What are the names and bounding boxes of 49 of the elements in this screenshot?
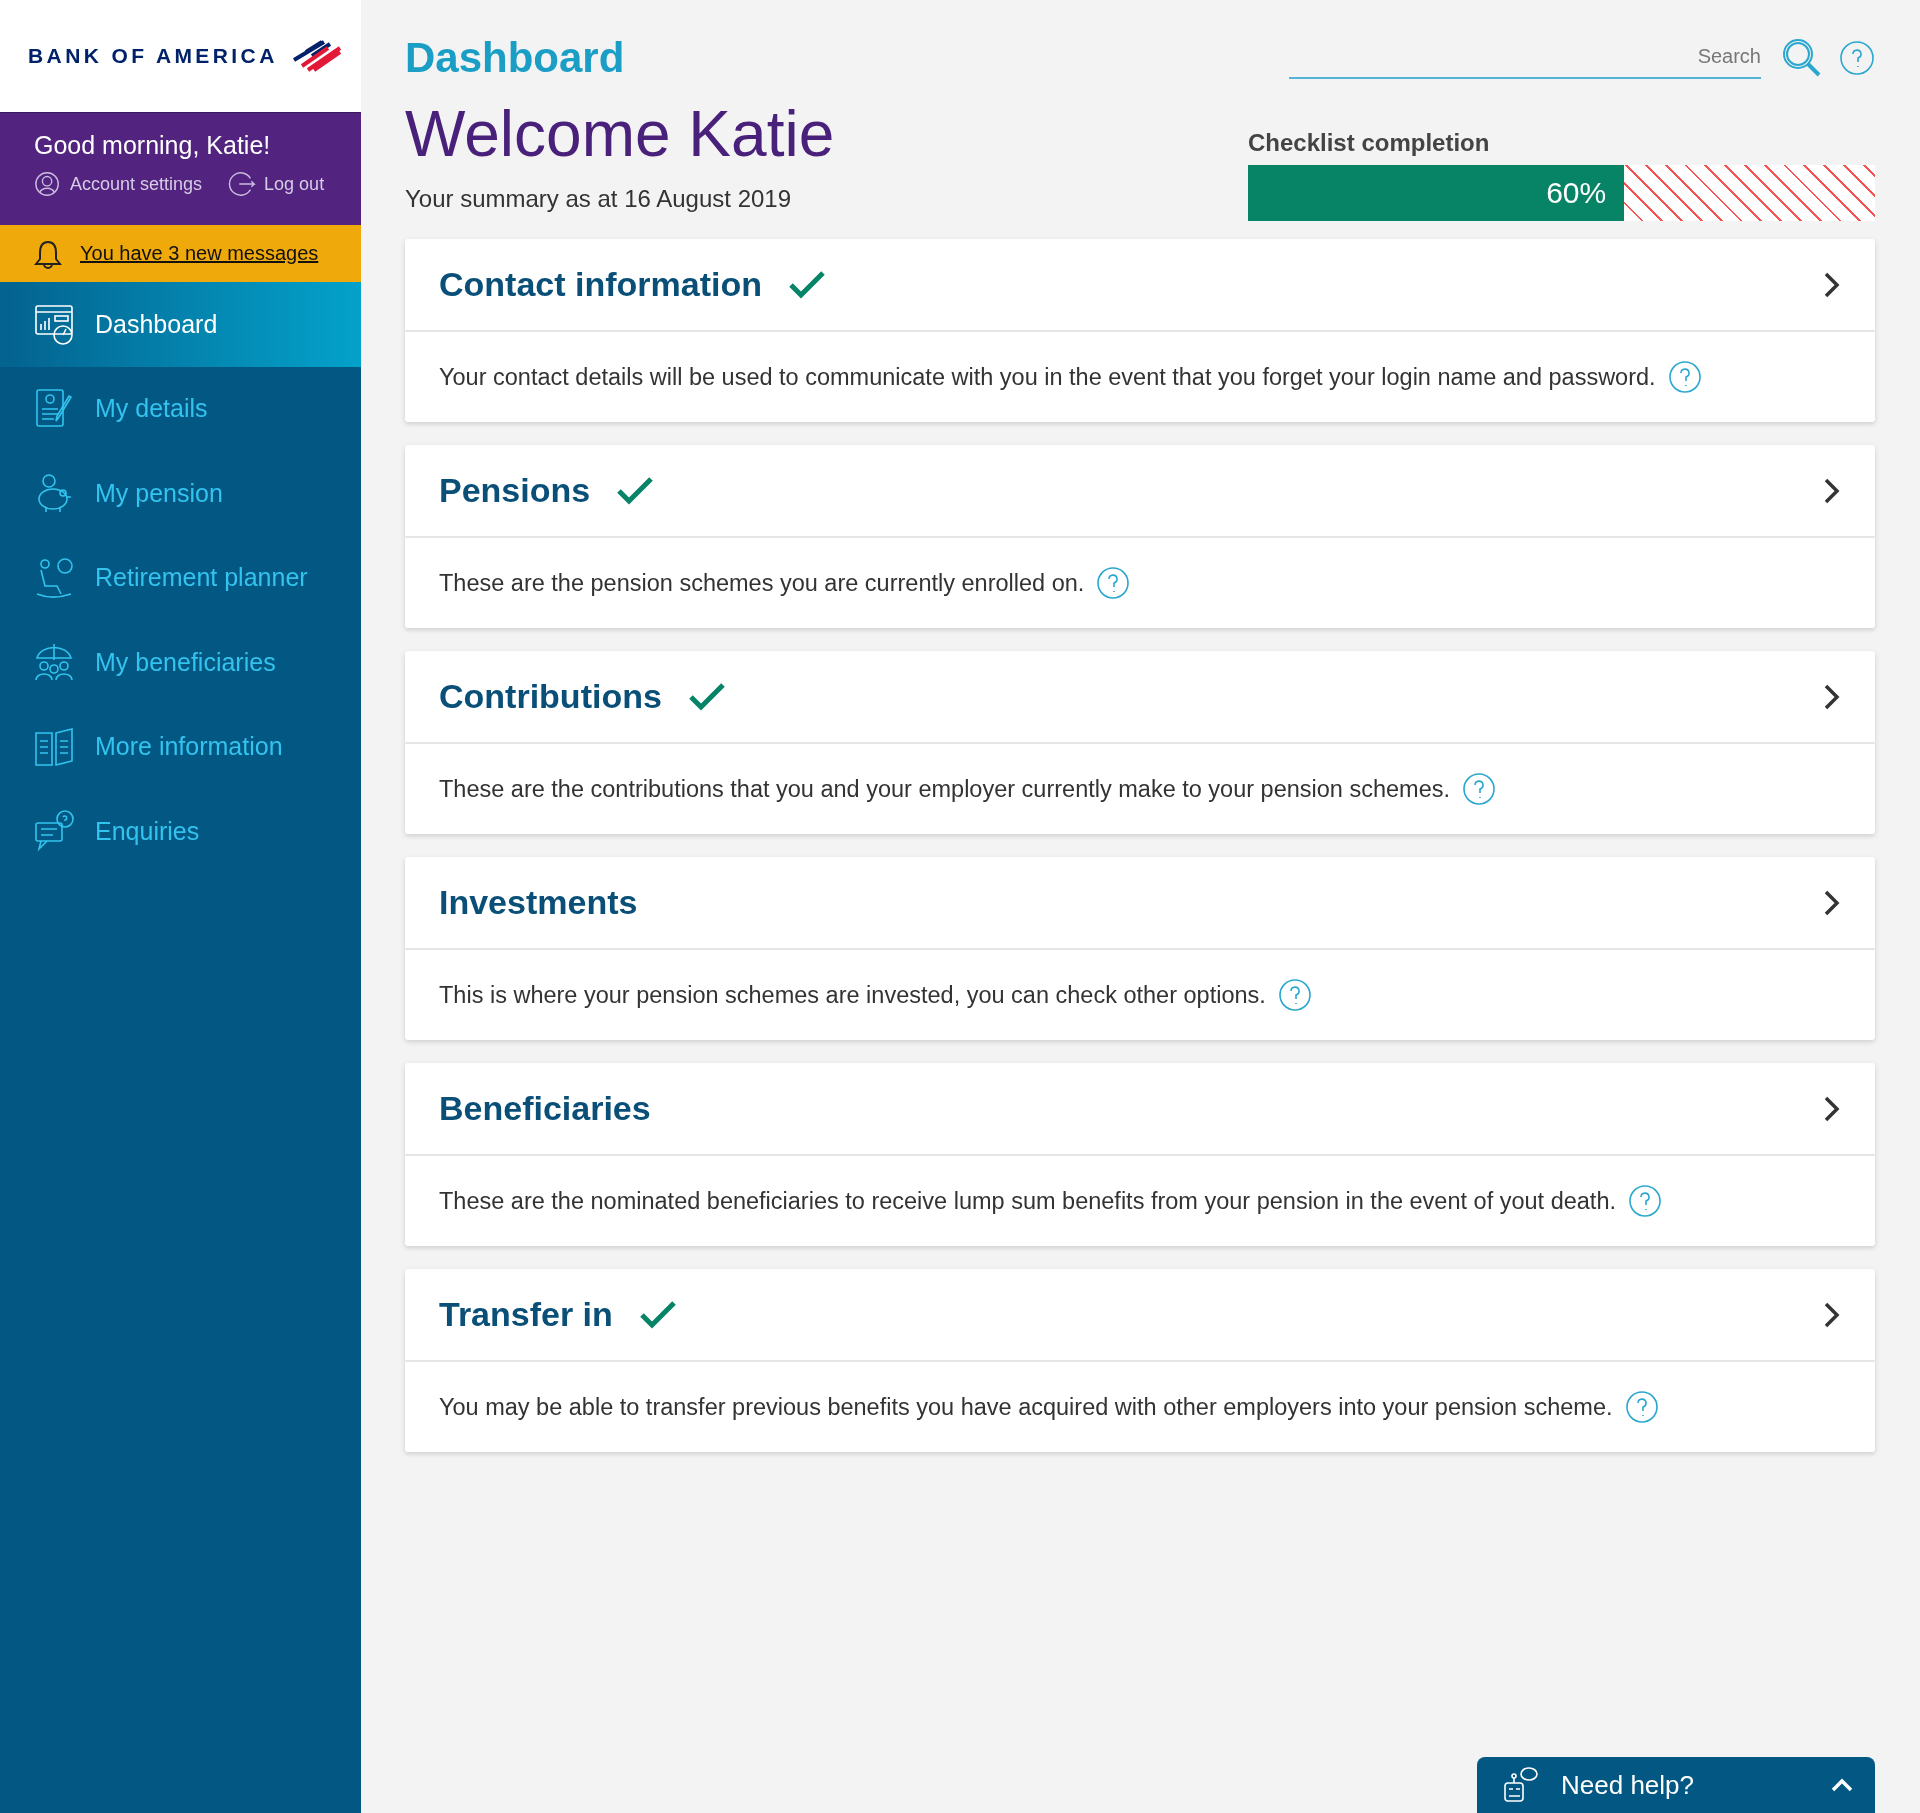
chevron-right-icon[interactable] bbox=[1823, 888, 1841, 917]
welcome-heading: Welcome Katie bbox=[405, 99, 835, 170]
section-title: Contributions bbox=[439, 677, 662, 716]
search-icon[interactable] bbox=[1781, 36, 1823, 79]
section-title: Transfer in bbox=[439, 1295, 613, 1334]
help-icon[interactable] bbox=[1462, 772, 1497, 806]
sidebar-item[interactable]: My beneficiaries bbox=[0, 620, 361, 705]
greeting-text: Good morning, Katie! bbox=[34, 131, 271, 160]
bell-icon bbox=[34, 238, 62, 269]
progress-percentage: 60% bbox=[1546, 176, 1607, 210]
chevron-right-icon[interactable] bbox=[1823, 270, 1841, 299]
chevron-up-icon bbox=[1831, 1778, 1853, 1792]
help-icon[interactable] bbox=[1839, 39, 1875, 76]
sidebar-item[interactable]: Enquiries bbox=[0, 789, 361, 874]
checklist-label: Checklist completion bbox=[1248, 129, 1491, 157]
section-description: These are the nominated beneficiaries to receive lump sum benefits from your pension in the event of yout death. bbox=[439, 1187, 1616, 1215]
section-title: Beneficiaries bbox=[439, 1089, 651, 1128]
log-out-icon bbox=[228, 170, 257, 198]
chevron-right-icon[interactable] bbox=[1823, 1300, 1841, 1329]
sidebar-item[interactable]: My pension bbox=[0, 451, 361, 536]
help-icon[interactable] bbox=[1667, 360, 1702, 394]
section-description: You may be able to transfer previous benefits you have acquired with other employers into your pension scheme. bbox=[439, 1393, 1613, 1421]
log-out-link[interactable]: Log out bbox=[228, 170, 325, 198]
section-title: Investments bbox=[439, 883, 638, 922]
help-icon[interactable] bbox=[1624, 1390, 1659, 1424]
help-icon[interactable] bbox=[1096, 566, 1131, 600]
chevron-right-icon[interactable] bbox=[1823, 476, 1841, 505]
chat-question-icon bbox=[33, 809, 77, 854]
sidebar-item[interactable]: Dashboard bbox=[0, 282, 361, 367]
account-settings-link[interactable]: Account settings bbox=[34, 170, 203, 198]
chevron-right-icon[interactable] bbox=[1823, 682, 1841, 711]
section-title: Pensions bbox=[439, 471, 591, 510]
section-description: This is where your pension schemes are invested, you can check other options. bbox=[439, 981, 1266, 1009]
person-icon bbox=[34, 170, 62, 198]
page-title: Dashboard bbox=[405, 33, 625, 82]
logo-text: BANK OF AMERICA bbox=[28, 44, 278, 68]
search-field[interactable]: Search bbox=[1289, 36, 1761, 79]
section-title: Contact information bbox=[439, 265, 762, 304]
sidebar-item[interactable]: My details bbox=[0, 366, 361, 451]
chevron-right-icon[interactable] bbox=[1823, 1094, 1841, 1123]
sidebar-item[interactable]: More information bbox=[0, 704, 361, 789]
help-icon[interactable] bbox=[1628, 1184, 1662, 1218]
sidebar-item[interactable]: Retirement planner bbox=[0, 535, 361, 620]
section-description: These are the pension schemes you are currently enrolled on. bbox=[439, 569, 1085, 597]
summary-date-text: Your summary as at 16 August 2019 bbox=[405, 185, 792, 214]
help-icon[interactable] bbox=[1277, 978, 1312, 1012]
section-description: These are the contributions that you and your employer currently make to your pension schemes. bbox=[439, 775, 1451, 803]
section-description: Your contact details will be used to communicate with you in the event that you forget your login name and password. bbox=[439, 363, 1656, 391]
need-help-button[interactable]: Need help? bbox=[1477, 1757, 1875, 1813]
